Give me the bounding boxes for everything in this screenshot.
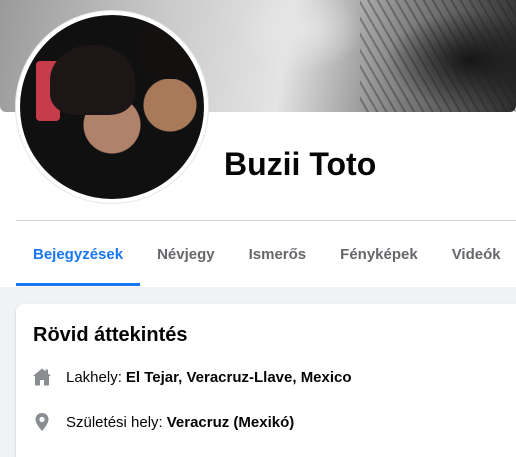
profile-name[interactable]: Buzii Toto xyxy=(224,146,376,183)
intro-item-residence: Lakhely: El Tejar, Veracruz-Llave, Mexic… xyxy=(32,367,352,387)
tab-friends[interactable]: Ismerős xyxy=(232,222,324,286)
residence-label: Lakhely: xyxy=(66,368,122,386)
location-pin-icon xyxy=(32,412,52,432)
intro-card: Rövid áttekintés Lakhely: El Tejar, Vera… xyxy=(16,304,516,457)
profile-header: Buzii Toto Bejegyzések Névjegy Ismerős F… xyxy=(0,0,516,287)
header-divider xyxy=(16,220,516,221)
avatar[interactable] xyxy=(16,11,208,203)
profile-tabs: Bejegyzések Névjegy Ismerős Fényképek Vi… xyxy=(16,222,516,286)
tab-videos[interactable]: Videók xyxy=(435,222,516,286)
residence-value[interactable]: El Tejar, Veracruz-Llave, Mexico xyxy=(126,369,352,386)
tab-photos[interactable]: Fényképek xyxy=(323,222,435,286)
intro-item-birthplace: Születési hely: Veracruz (Mexikó) xyxy=(32,412,294,432)
birthplace-label: Születési hely: xyxy=(66,413,163,431)
tab-about[interactable]: Névjegy xyxy=(140,222,232,286)
profile-page: Buzii Toto Bejegyzések Névjegy Ismerős F… xyxy=(0,0,516,457)
intro-title: Rövid áttekintés xyxy=(33,324,188,346)
avatar-photo xyxy=(20,15,204,199)
birthplace-value[interactable]: Veracruz (Mexikó) xyxy=(167,414,295,431)
home-icon xyxy=(32,367,52,387)
tab-posts[interactable]: Bejegyzések xyxy=(16,222,141,286)
